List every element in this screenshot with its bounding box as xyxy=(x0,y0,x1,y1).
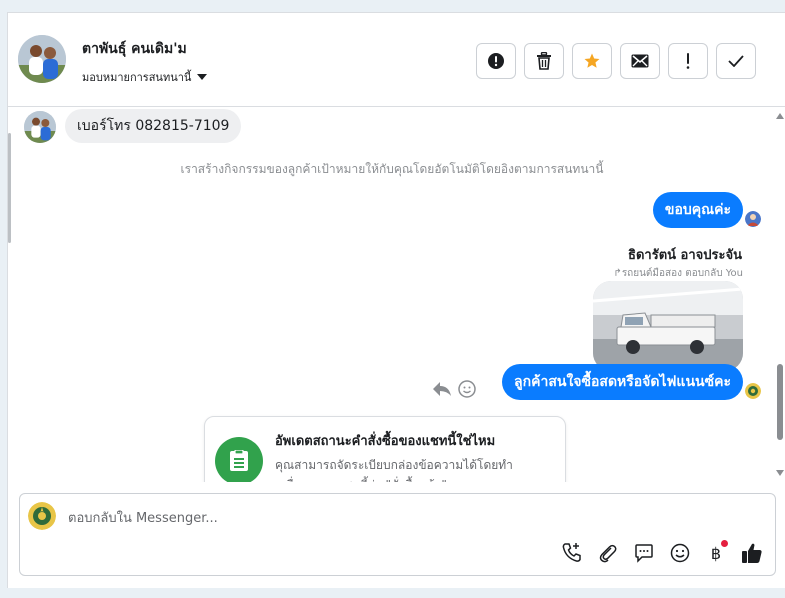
mark-important-button[interactable] xyxy=(668,43,708,79)
order-list-icon xyxy=(215,437,263,482)
scroll-down-arrow-icon[interactable] xyxy=(776,470,784,476)
message-thread: เบอร์โทร 082815-7109 เราสร้างกิจกรรมของล… xyxy=(8,108,785,482)
contact-avatar[interactable] xyxy=(18,35,66,83)
header-actions xyxy=(476,43,756,79)
reply-icon[interactable] xyxy=(432,381,452,397)
conversation-panel: ตาพันธุ์ คนเดิม'ม มอบหมายการสนทนานี้ เบอ… xyxy=(7,12,785,588)
order-status-card[interactable]: อัพเดตสถานะคำสั่งซื้อของแชทนี้ใช่ไหม คุณ… xyxy=(204,416,566,482)
card-body: คุณสามารถจัดระเบียบกล่องข้อความได้โดยทำเ… xyxy=(275,458,513,482)
emoji-button[interactable] xyxy=(667,540,693,566)
smiley-icon xyxy=(670,543,690,563)
checkmark-icon xyxy=(728,55,744,67)
alert-circle-icon xyxy=(488,53,504,69)
chat-bubble-icon xyxy=(635,544,653,563)
notification-dot xyxy=(721,540,728,547)
message-actions xyxy=(432,380,476,398)
page-avatar xyxy=(28,502,56,530)
conversation-header: ตาพันธุ์ คนเดิม'ม มอบหมายการสนทนานี้ xyxy=(8,13,785,107)
exclamation-icon xyxy=(686,53,690,69)
star-icon xyxy=(584,53,600,68)
trash-icon xyxy=(537,52,551,70)
baht-icon: ฿ xyxy=(710,543,722,563)
left-scrollbar[interactable] xyxy=(8,133,11,243)
reply-context: ↱รถยนต์มือสอง ตอบกลับ You xyxy=(613,266,743,281)
card-title: อัพเดตสถานะคำสั่งซื้อของแชทนี้ใช่ไหม xyxy=(275,434,496,449)
incoming-message[interactable]: เบอร์โทร 082815-7109 xyxy=(65,109,242,143)
mark-unread-button[interactable] xyxy=(620,43,660,79)
reply-input[interactable] xyxy=(68,508,568,528)
composer-tools: ฿ xyxy=(559,540,765,566)
scroll-up-arrow-icon[interactable] xyxy=(776,113,784,119)
seen-avatar xyxy=(745,211,761,227)
smiley-icon[interactable] xyxy=(458,380,476,398)
like-button[interactable] xyxy=(739,540,765,566)
system-note: เราสร้างกิจกรรมของลูกค้าเป้าหมายให้กับคุ… xyxy=(180,162,604,176)
assign-conversation-dropdown[interactable]: มอบหมายการสนทนานี้ xyxy=(82,68,208,86)
add-call-button[interactable] xyxy=(559,540,585,566)
thumbs-up-icon xyxy=(742,543,762,563)
report-spam-button[interactable] xyxy=(476,43,516,79)
chevron-down-icon xyxy=(197,74,208,80)
thread-scrollbar[interactable] xyxy=(774,108,785,482)
shared-photo-truck[interactable] xyxy=(593,281,743,371)
reply-sender-name: ธิดารัตน์ อาจประจัน xyxy=(628,248,742,263)
reply-arrow-icon: ↱ xyxy=(613,268,622,279)
outgoing-message[interactable]: ลูกค้าสนใจซื้อสดหรือจัดไฟแนนซ์คะ xyxy=(502,364,743,400)
reply-composer: ฿ xyxy=(19,493,776,576)
envelope-icon xyxy=(631,54,649,68)
paperclip-icon xyxy=(599,544,617,563)
page-avatar xyxy=(745,383,761,399)
assign-label: มอบหมายการสนทนานี้ xyxy=(82,71,192,84)
attach-file-button[interactable] xyxy=(595,540,621,566)
star-button[interactable] xyxy=(572,43,612,79)
phone-plus-icon xyxy=(562,543,581,562)
saved-replies-button[interactable] xyxy=(631,540,657,566)
outgoing-message[interactable]: ขอบคุณค่ะ xyxy=(652,192,743,228)
delete-button[interactable] xyxy=(524,43,564,79)
mark-done-button[interactable] xyxy=(716,43,756,79)
reply-context-text: รถยนต์มือสอง ตอบกลับ You xyxy=(621,268,743,279)
contact-name: ตาพันธุ์ คนเดิม'ม xyxy=(82,41,187,57)
payment-button[interactable]: ฿ xyxy=(703,540,729,566)
scrollbar-thumb[interactable] xyxy=(777,364,783,440)
sender-avatar xyxy=(24,111,56,143)
